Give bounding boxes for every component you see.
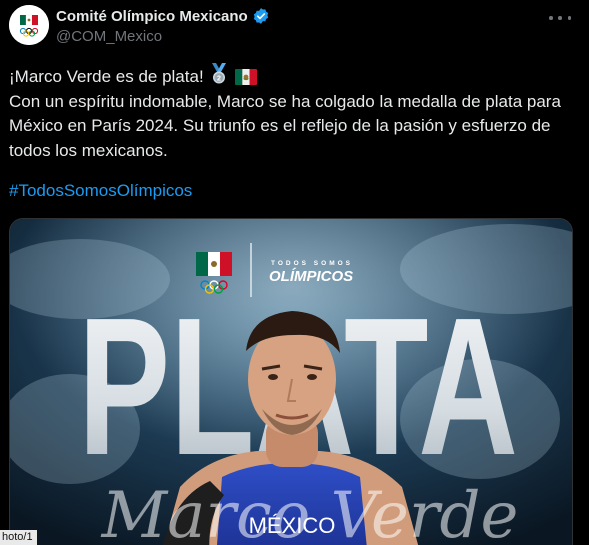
campaign-logo-top: TODOS SOMOS <box>271 260 353 267</box>
tweet-text-line-4: todos los mexicanos. <box>9 140 168 160</box>
more-options-icon[interactable] <box>549 8 571 28</box>
svg-text:2: 2 <box>217 76 221 83</box>
tweet-media-photo[interactable]: TODOS SOMOS OLÍMPICOS PLATA MÉXICO <box>9 218 573 545</box>
photo-index-label: hoto/1 <box>0 530 37 545</box>
tweet-text-line-2: Con un espíritu indomable, Marco se ha c… <box>9 91 561 111</box>
account-handle[interactable]: @COM_Mexico <box>56 28 162 45</box>
verified-badge-icon <box>252 7 270 25</box>
com-logo-icon <box>9 5 49 45</box>
media-graphic: TODOS SOMOS OLÍMPICOS PLATA MÉXICO <box>10 219 572 545</box>
tweet-card[interactable]: Comité Olímpico Mexicano @COM_Mexico ¡Ma… <box>0 0 589 545</box>
tweet-text-line-3: México en París 2024. Su triunfo es el r… <box>9 116 551 135</box>
tweet-text-line-1: ¡Marco Verde es de plata! <box>9 67 204 86</box>
mexico-flag-icon <box>235 69 258 85</box>
account-avatar[interactable] <box>9 5 49 45</box>
athlete-script-name: Marco Verde <box>101 479 519 545</box>
account-name-row[interactable]: Comité Olímpico Mexicano <box>56 7 270 25</box>
tweet-text: ¡Marco Verde es de plata! 2 Con un espír… <box>9 63 584 163</box>
account-display-name[interactable]: Comité Olímpico Mexicano <box>56 8 248 25</box>
tweet-line: ¡Marco Verde es de plata! 2 <box>9 63 584 90</box>
silver-medal-icon: 2 <box>212 63 227 84</box>
hashtag-link[interactable]: #TodosSomosOlímpicos <box>9 181 192 201</box>
